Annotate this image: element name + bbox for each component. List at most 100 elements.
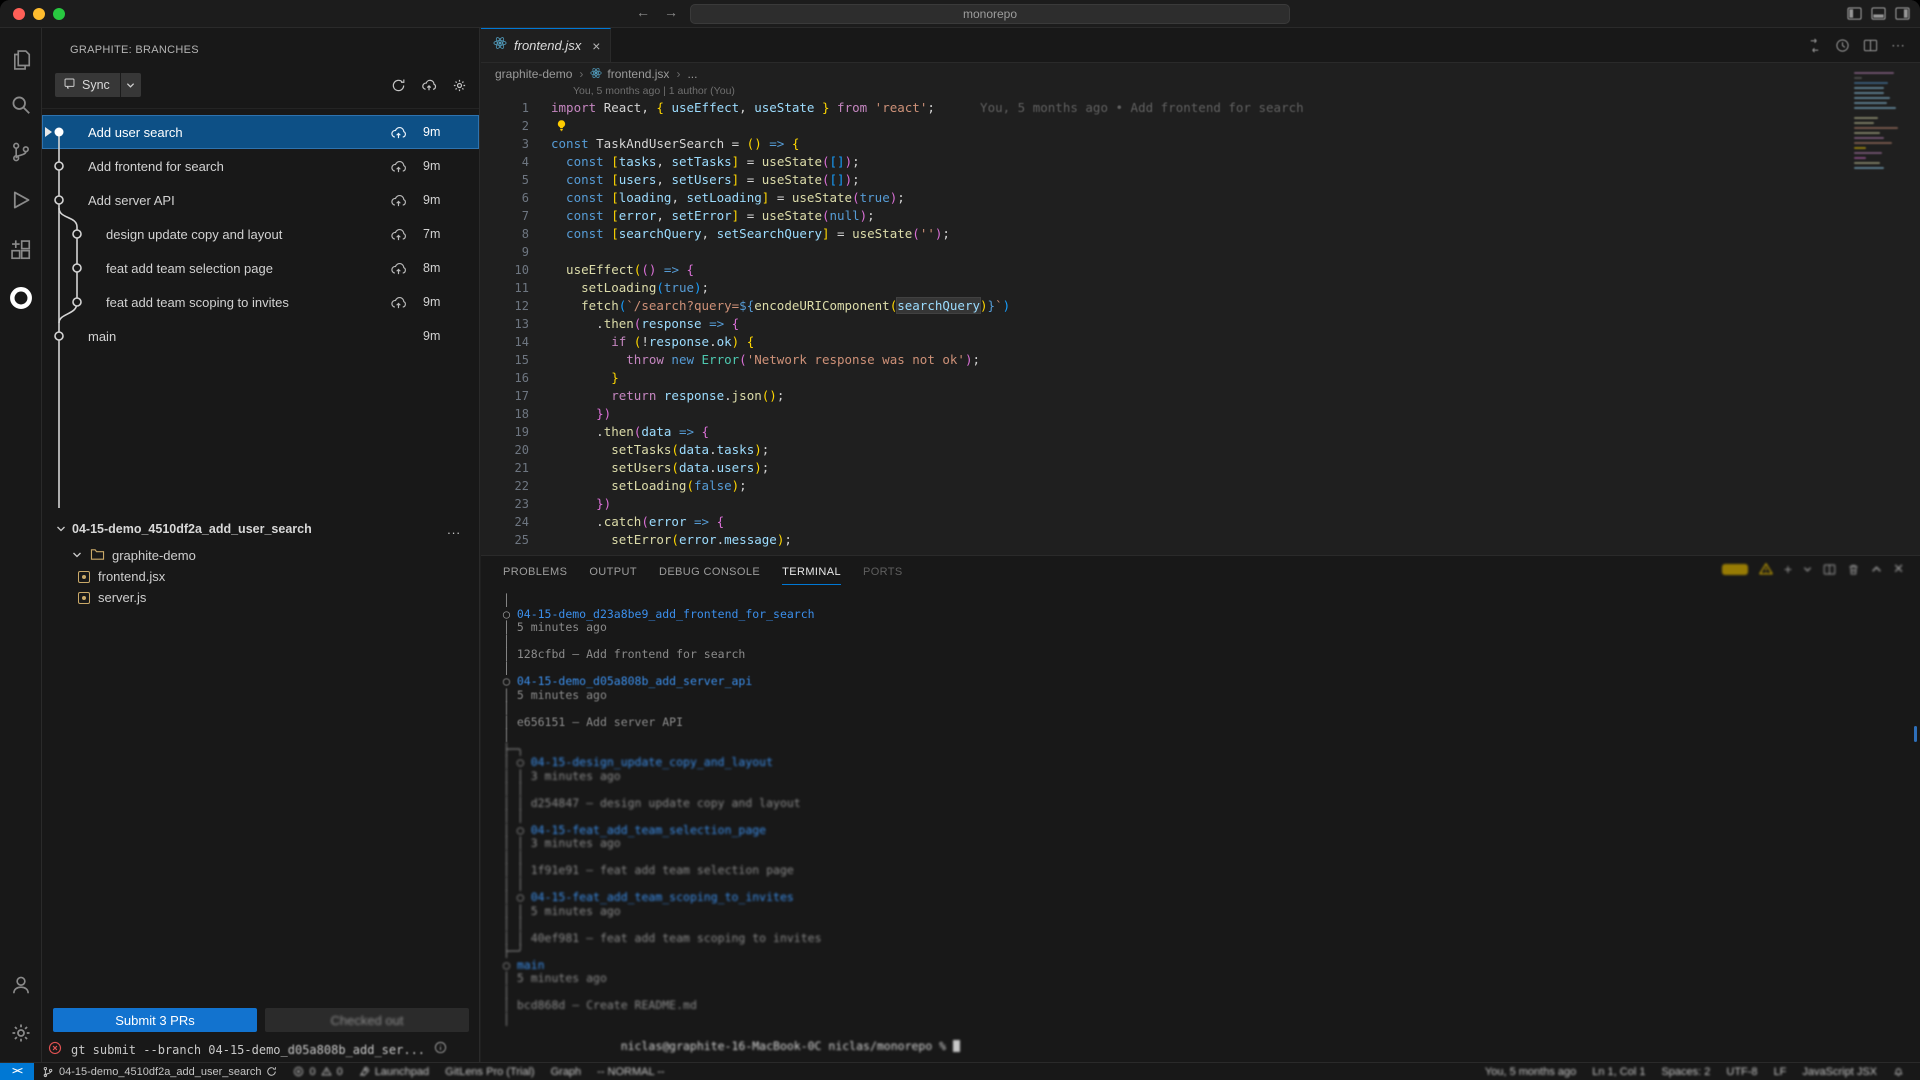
- breadcrumb-item[interactable]: graphite-demo: [495, 67, 572, 81]
- terminal-scrollbar[interactable]: [1914, 726, 1917, 742]
- worktree-header[interactable]: 04-15-demo_4510df2a_add_user_search ...: [42, 518, 479, 540]
- tab-frontend-jsx[interactable]: frontend.jsx ×: [481, 28, 611, 62]
- breadcrumb-item[interactable]: frontend.jsx: [590, 67, 669, 82]
- status-indentation[interactable]: Spaces: 2: [1653, 1063, 1718, 1080]
- branch-row[interactable]: design update copy and layout7m: [42, 217, 479, 251]
- code-line[interactable]: 25 setError(error.message);: [481, 531, 1920, 549]
- code-line[interactable]: 11 setLoading(true);: [481, 279, 1920, 297]
- status-vim-mode[interactable]: -- NORMAL --: [589, 1063, 672, 1080]
- run-debug-icon[interactable]: [0, 183, 42, 217]
- panel-tab-ports[interactable]: PORTS: [863, 558, 903, 584]
- tree-item-folder[interactable]: graphite-demo: [42, 545, 479, 566]
- terminal-dropdown-icon[interactable]: [1803, 565, 1812, 574]
- terminal-output[interactable]: │◯ 04-15-demo_d23a8be9_add_frontend_for_…: [503, 594, 1896, 1062]
- code-line[interactable]: 13 .then(response => {: [481, 315, 1920, 333]
- open-changes-icon[interactable]: [1807, 38, 1822, 53]
- gear-icon[interactable]: [452, 78, 467, 93]
- info-icon[interactable]: [434, 1041, 447, 1059]
- new-terminal-icon[interactable]: +: [1784, 561, 1792, 577]
- minimap[interactable]: [1854, 72, 1906, 232]
- settings-gear-icon[interactable]: [0, 1016, 42, 1050]
- navigate-back-icon[interactable]: ←: [636, 4, 650, 20]
- code-line[interactable]: 21 setUsers(data.users);: [481, 459, 1920, 477]
- status-launchpad[interactable]: Launchpad: [351, 1063, 437, 1080]
- code-area[interactable]: 1import React, { useEffect, useState } f…: [481, 99, 1920, 549]
- toggle-panel-right-icon[interactable]: [1895, 6, 1910, 21]
- code-line[interactable]: 3const TaskAndUserSearch = () => {: [481, 135, 1920, 153]
- lightbulb-icon[interactable]: [555, 119, 568, 137]
- extensions-icon[interactable]: [0, 233, 42, 267]
- panel-tab-problems[interactable]: PROBLEMS: [503, 558, 567, 584]
- status-encoding[interactable]: UTF-8: [1718, 1063, 1765, 1080]
- code-line[interactable]: 16 }: [481, 369, 1920, 387]
- status-language-mode[interactable]: JavaScript JSX: [1794, 1063, 1885, 1080]
- navigate-forward-icon[interactable]: →: [664, 4, 678, 20]
- status-eol[interactable]: LF: [1766, 1063, 1795, 1080]
- status-branch-indicator[interactable]: 04-15-demo_4510df2a_add_user_search: [34, 1063, 285, 1080]
- branch-row[interactable]: feat add team selection page8m: [42, 251, 479, 285]
- maximize-panel-icon[interactable]: [1871, 564, 1882, 575]
- code-line[interactable]: 2: [481, 117, 1920, 135]
- code-line[interactable]: 23 }): [481, 495, 1920, 513]
- panel-tab-debug-console[interactable]: DEBUG CONSOLE: [659, 558, 760, 584]
- source-control-icon[interactable]: [0, 135, 42, 169]
- branch-row[interactable]: feat add team scoping to invites9m: [42, 285, 479, 319]
- code-line[interactable]: 1import React, { useEffect, useState } f…: [481, 99, 1920, 117]
- split-editor-icon[interactable]: [1863, 38, 1878, 53]
- remote-indicator[interactable]: ><: [0, 1063, 34, 1080]
- status-notifications[interactable]: [1885, 1063, 1912, 1080]
- tree-item-file[interactable]: server.js: [42, 587, 479, 608]
- refresh-icon[interactable]: [391, 78, 406, 93]
- minimize-window-button[interactable]: [33, 8, 45, 20]
- panel-tab-terminal[interactable]: TERMINAL: [782, 558, 841, 585]
- code-line[interactable]: 12 fetch(`/search?query=${encodeURICompo…: [481, 297, 1920, 315]
- status-graph[interactable]: Graph: [543, 1063, 590, 1080]
- status-blame-status[interactable]: You, 5 months ago: [1477, 1063, 1584, 1080]
- explorer-icon[interactable]: [0, 43, 42, 77]
- code-line[interactable]: 17 return response.json();: [481, 387, 1920, 405]
- code-line[interactable]: 5 const [users, setUsers] = useState([])…: [481, 171, 1920, 189]
- graphite-icon[interactable]: [0, 281, 42, 315]
- tree-item-file[interactable]: frontend.jsx: [42, 566, 479, 587]
- blame-annotate-icon[interactable]: [1835, 38, 1850, 53]
- branch-row[interactable]: Add frontend for search9m: [42, 149, 479, 183]
- sync-button[interactable]: Sync: [55, 73, 141, 97]
- branch-row[interactable]: Add server API9m: [42, 183, 479, 217]
- search-icon[interactable]: [0, 88, 42, 122]
- breadcrumb-item[interactable]: ...: [687, 67, 697, 81]
- close-tab-icon[interactable]: ×: [592, 38, 600, 54]
- code-line[interactable]: 6 const [loading, setLoading] = useState…: [481, 189, 1920, 207]
- status-cursor-position[interactable]: Ln 1, Col 1: [1584, 1063, 1653, 1080]
- close-panel-icon[interactable]: ✕: [1893, 561, 1904, 577]
- command-center-search[interactable]: monorepo: [690, 4, 1290, 24]
- code-line[interactable]: 22 setLoading(false);: [481, 477, 1920, 495]
- code-line[interactable]: 9: [481, 243, 1920, 261]
- zoom-window-button[interactable]: [53, 8, 65, 20]
- status-problems[interactable]: 00: [285, 1063, 350, 1080]
- code-line[interactable]: 7 const [error, setError] = useState(nul…: [481, 207, 1920, 225]
- code-line[interactable]: 15 throw new Error('Network response was…: [481, 351, 1920, 369]
- kill-terminal-icon[interactable]: [1847, 563, 1860, 576]
- code-line[interactable]: 4 const [tasks, setTasks] = useState([])…: [481, 153, 1920, 171]
- branch-row[interactable]: main9m: [42, 319, 479, 353]
- code-line[interactable]: 18 }): [481, 405, 1920, 423]
- split-terminal-icon[interactable]: [1823, 563, 1836, 576]
- status-gitlens-pro[interactable]: GitLens Pro (Trial): [437, 1063, 542, 1080]
- sync-dropdown-button[interactable]: [121, 73, 141, 97]
- checked-out-button[interactable]: Checked out: [265, 1008, 469, 1032]
- toggle-panel-bottom-icon[interactable]: [1871, 6, 1886, 21]
- panel-tab-output[interactable]: OUTPUT: [589, 558, 637, 584]
- more-actions-icon[interactable]: ...: [447, 522, 461, 537]
- account-icon[interactable]: [0, 968, 42, 1002]
- code-line[interactable]: 14 if (!response.ok) {: [481, 333, 1920, 351]
- code-line[interactable]: 24 .catch(error => {: [481, 513, 1920, 531]
- codelens[interactable]: You, 5 months ago | 1 author (You): [481, 85, 1920, 99]
- code-line[interactable]: 20 setTasks(data.tasks);: [481, 441, 1920, 459]
- code-line[interactable]: 8 const [searchQuery, setSearchQuery] = …: [481, 225, 1920, 243]
- cloud-upload-icon[interactable]: [421, 77, 437, 93]
- code-line[interactable]: 10 useEffect(() => {: [481, 261, 1920, 279]
- code-line[interactable]: 19 .then(data => {: [481, 423, 1920, 441]
- branch-row[interactable]: Add user search9m: [42, 115, 479, 149]
- submit-prs-button[interactable]: Submit 3 PRs: [53, 1008, 257, 1032]
- toggle-panel-left-icon[interactable]: [1847, 6, 1862, 21]
